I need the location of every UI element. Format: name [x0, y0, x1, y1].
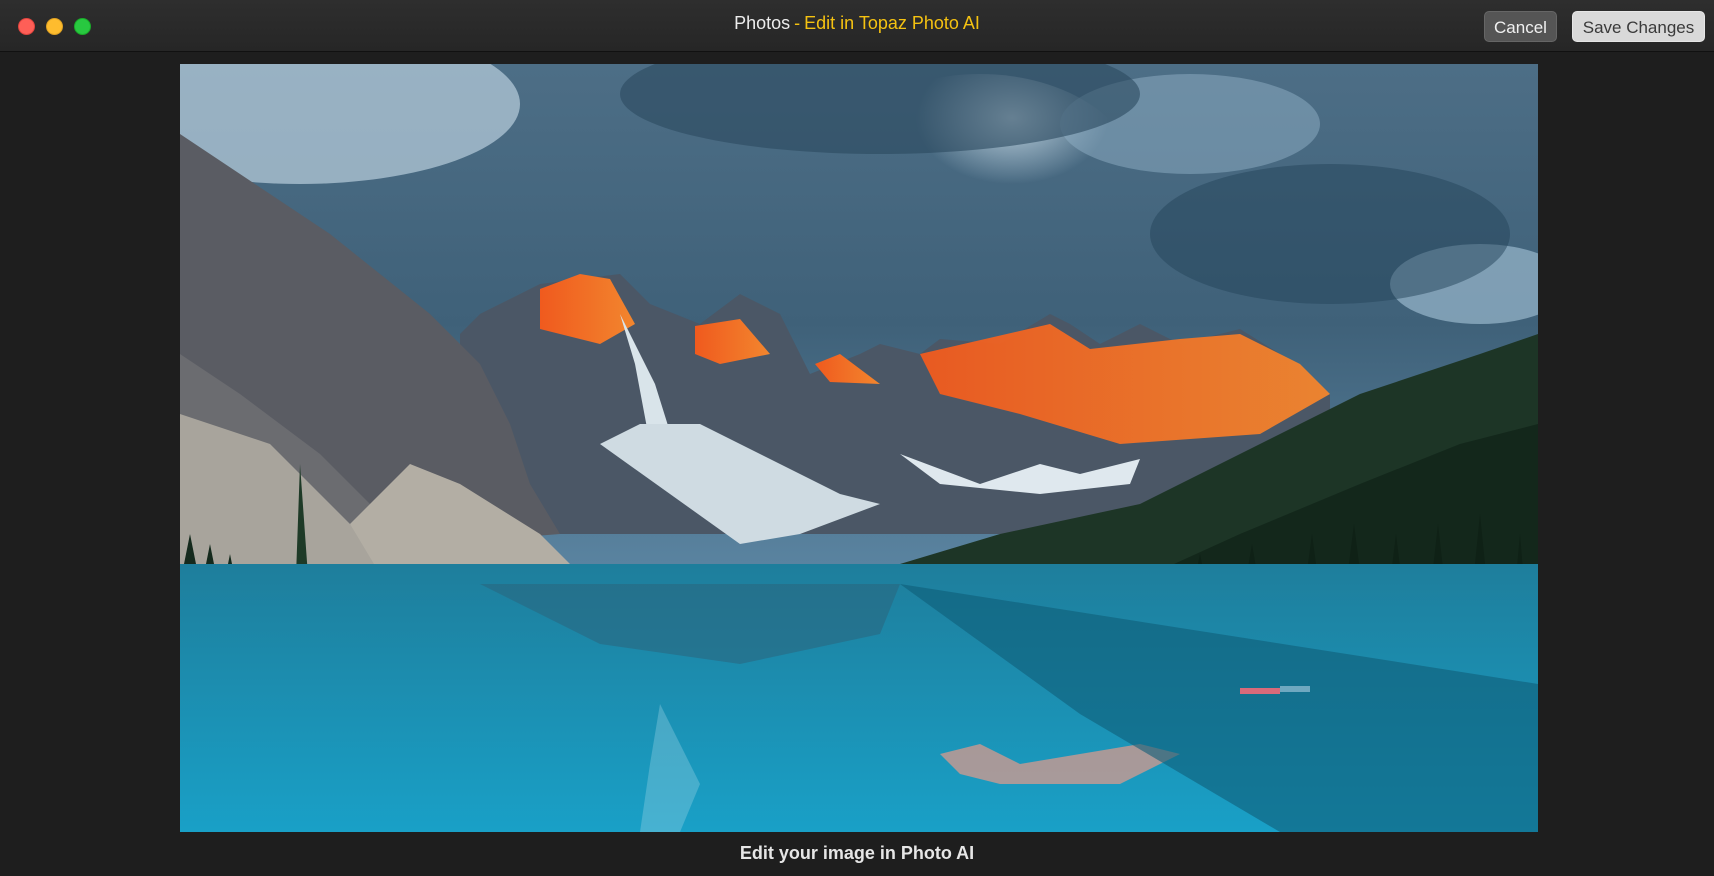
photo-preview	[180, 64, 1538, 832]
save-changes-button[interactable]: Save Changes	[1572, 11, 1705, 42]
title-action: Edit in Topaz Photo AI	[804, 13, 980, 33]
title-app-name: Photos	[734, 13, 791, 33]
window-titlebar: Photos - Edit in Topaz Photo AI Cancel Sav…	[0, 0, 1714, 52]
cancel-button[interactable]: Cancel	[1484, 11, 1557, 42]
image-caption: Edit your image in Photo AI	[739, 843, 975, 863]
title-separator: -	[794, 13, 801, 33]
window-title: Photos - Edit in Topaz Photo AI	[0, 13, 1714, 34]
landscape-image	[180, 64, 1538, 832]
